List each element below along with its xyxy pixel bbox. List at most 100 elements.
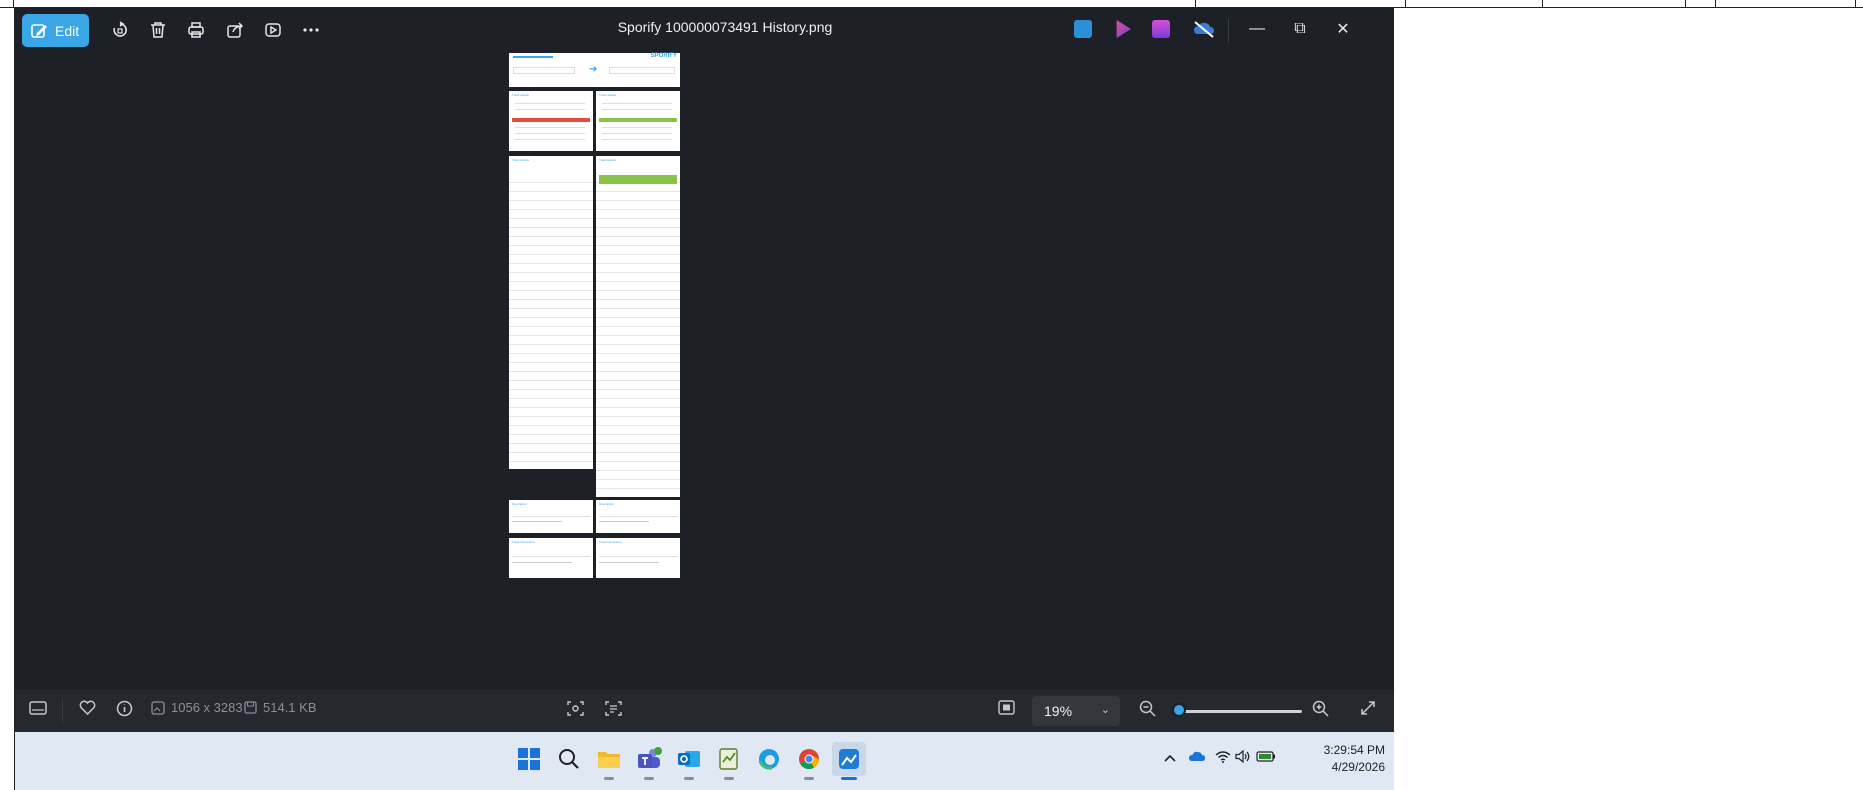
notepad-button[interactable] <box>712 742 746 780</box>
edit-button[interactable]: Edit <box>22 14 89 47</box>
running-indicator <box>724 777 734 780</box>
clipchamp-purple-icon[interactable] <box>1152 20 1170 38</box>
favorite-button[interactable] <box>79 700 96 716</box>
panel-title: Track details <box>599 93 616 97</box>
zoom-dropdown[interactable]: 19% ⌄ <box>1032 696 1120 726</box>
active-indicator <box>841 777 857 780</box>
ownership-panel-right: Track Ownership <box>596 538 680 578</box>
rotate-icon <box>113 21 127 37</box>
ownership-panel-left: Track Ownership <box>509 538 593 578</box>
zoom-slider-track[interactable] <box>1177 710 1302 713</box>
more-button[interactable] <box>294 14 328 46</box>
panel-title: Track details <box>512 93 529 97</box>
dimensions-label: 1056 x 3283 <box>171 700 243 715</box>
photos-icon <box>839 749 859 769</box>
more-icon <box>303 28 319 32</box>
chrome-icon <box>799 749 820 770</box>
file-size-label: 514.1 KB <box>263 700 317 715</box>
visual-search-icon <box>567 701 584 716</box>
zoom-slider-thumb[interactable] <box>1172 703 1186 717</box>
description-panel-right: Description <box>596 500 680 533</box>
edit-icon <box>31 24 47 38</box>
panel-title: Track Assets <box>599 158 617 162</box>
start-button[interactable] <box>512 742 546 776</box>
expand-icon <box>1361 701 1375 715</box>
onedrive-cloud-icon <box>1189 751 1205 761</box>
taskbar-clock[interactable]: 3:29:54 PM 4/29/2026 <box>1315 742 1385 776</box>
file-explorer-icon <box>598 752 620 768</box>
panel-title: Track Ownership <box>512 540 535 544</box>
track-assets-table-left: Track Assets <box>509 156 593 469</box>
share-icon <box>227 22 244 38</box>
chevron-down-icon: ⌄ <box>1100 704 1110 716</box>
clock-date: 4/29/2026 <box>1331 760 1385 774</box>
edge-icon <box>758 749 779 770</box>
panel-title: Track Assets <box>512 158 530 162</box>
edit-label: Edit <box>55 22 80 39</box>
info-button[interactable] <box>116 700 133 717</box>
preview-brand: SPORIFY <box>650 53 677 59</box>
teams-icon <box>638 747 662 768</box>
running-indicator <box>684 777 694 780</box>
fullscreen-button[interactable] <box>1360 700 1376 716</box>
volume-button[interactable] <box>1235 749 1251 766</box>
share-button[interactable] <box>218 14 252 46</box>
status-divider <box>62 699 63 723</box>
show-hidden-icons-button[interactable] <box>1164 750 1176 765</box>
slideshow-icon <box>265 23 281 37</box>
print-icon <box>188 22 204 38</box>
zoom-out-button[interactable] <box>1139 700 1156 717</box>
track-details-panel-left: Track details <box>509 91 593 151</box>
windows-taskbar: 3:29:54 PM 4/29/2026 <box>15 732 1394 790</box>
fit-icon <box>998 700 1015 715</box>
edge-button[interactable] <box>752 742 786 776</box>
running-indicator <box>644 777 654 780</box>
teams-button[interactable] <box>632 742 666 780</box>
battery-button[interactable] <box>1256 750 1276 765</box>
top-toolbar: Edit Sporify 100000073491 History.png — … <box>15 7 1394 53</box>
visual-search-button[interactable] <box>567 700 584 717</box>
delete-button[interactable] <box>141 14 175 46</box>
delete-icon <box>151 22 165 38</box>
chrome-button[interactable] <box>792 742 826 780</box>
image-canvas[interactable]: SPORIFY ➔ Track details Track details Tr… <box>15 53 1394 690</box>
heart-icon <box>79 700 96 716</box>
filmstrip-button[interactable] <box>29 700 47 716</box>
track-assets-table-right: Track Assets <box>596 156 680 497</box>
onedrive-offline-icon[interactable] <box>1193 20 1215 38</box>
text-scan-button[interactable] <box>605 700 622 717</box>
minimize-button[interactable]: — <box>1241 16 1273 42</box>
speaker-icon <box>1235 749 1250 764</box>
rotate-button[interactable] <box>103 14 137 46</box>
toolbar-divider <box>1228 19 1229 43</box>
restore-button[interactable]: ⧉ <box>1284 16 1316 42</box>
running-indicator <box>804 777 814 780</box>
text-scan-icon <box>605 701 622 716</box>
network-button[interactable] <box>1215 750 1231 766</box>
print-button[interactable] <box>179 14 213 46</box>
photos-app-icon[interactable] <box>1074 20 1092 38</box>
outlook-icon <box>678 751 700 767</box>
slideshow-button[interactable] <box>256 14 290 46</box>
zoom-in-button[interactable] <box>1312 700 1329 717</box>
file-explorer-button[interactable] <box>592 742 626 780</box>
filmstrip-icon <box>29 701 47 715</box>
outlook-button[interactable] <box>672 742 706 780</box>
preview-header-panel: SPORIFY ➔ <box>509 53 680 87</box>
photos-taskbar-button[interactable] <box>832 742 866 780</box>
dimensions-icon <box>151 700 165 715</box>
start-icon <box>518 748 540 770</box>
zoom-out-icon <box>1139 700 1156 717</box>
fit-to-window-button[interactable] <box>998 700 1015 715</box>
track-details-panel-right: Track details <box>596 91 680 151</box>
panel-title: Description <box>599 502 615 506</box>
close-button[interactable]: ✕ <box>1327 16 1359 42</box>
panel-title: Description <box>512 502 528 506</box>
taskbar-search-button[interactable] <box>552 742 586 776</box>
clipchamp-icon[interactable] <box>1116 20 1131 38</box>
image-dimensions: 1056 x 3283 <box>151 700 243 715</box>
onedrive-tray-button[interactable] <box>1188 750 1206 765</box>
description-panel-left: Description <box>509 500 593 533</box>
photos-app-window: Edit Sporify 100000073491 History.png — … <box>15 7 1394 732</box>
running-indicator <box>604 777 614 780</box>
